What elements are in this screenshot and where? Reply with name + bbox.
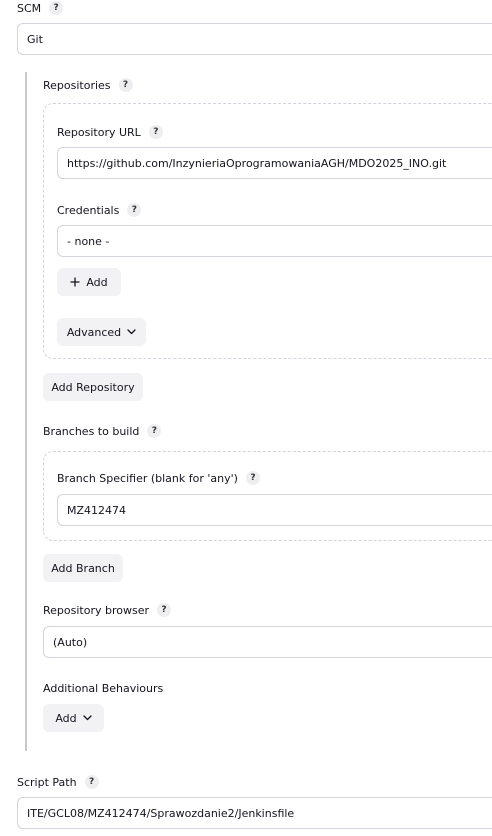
branch-specifier-help-icon[interactable]: ? <box>245 471 260 485</box>
repositories-help-icon[interactable]: ? <box>118 78 133 92</box>
repository-url-help-icon[interactable]: ? <box>148 125 163 139</box>
credentials-select-value: - none - <box>67 234 110 248</box>
add-branch-button[interactable]: Add Branch <box>43 554 123 582</box>
scm-label: SCM ? <box>17 1 64 15</box>
repository-url-label-text: Repository URL <box>57 125 141 139</box>
scm-label-text: SCM <box>17 1 42 15</box>
chevron-down-icon <box>82 715 92 721</box>
script-path-help-icon[interactable]: ? <box>84 775 99 789</box>
branch-specifier-label-text: Branch Specifier (blank for 'any') <box>57 471 238 485</box>
credentials-label: Credentials ? <box>57 203 142 217</box>
plus-icon <box>70 277 80 287</box>
repositories-label: Repositories ? <box>43 78 133 92</box>
repository-url-value: https://github.com/InzynieriaOprogramowa… <box>67 156 447 170</box>
branch-specifier-value: MZ412474 <box>67 503 127 517</box>
repository-browser-value: (Auto) <box>53 635 88 649</box>
scm-help-icon[interactable]: ? <box>49 1 64 15</box>
repository-browser-select[interactable]: (Auto) <box>43 626 492 658</box>
repository-url-label: Repository URL ? <box>57 125 163 139</box>
scm-select[interactable]: Git <box>17 23 492 55</box>
add-behaviour-label: Add <box>55 711 77 725</box>
script-path-input[interactable]: ITE/GCL08/MZ412474/Sprawozdanie2/Jenkins… <box>17 797 492 829</box>
add-repository-label: Add Repository <box>51 380 135 394</box>
credentials-help-icon[interactable]: ? <box>127 203 142 217</box>
repository-browser-label-text: Repository browser <box>43 603 149 617</box>
additional-behaviours-label: Additional Behaviours <box>43 681 163 695</box>
additional-behaviours-label-text: Additional Behaviours <box>43 681 164 695</box>
add-credentials-button[interactable]: Add <box>57 268 121 296</box>
repository-browser-help-icon[interactable]: ? <box>157 603 171 617</box>
credentials-label-text: Credentials <box>57 203 120 217</box>
add-credentials-label: Add <box>86 275 108 289</box>
repositories-label-text: Repositories <box>43 78 111 92</box>
advanced-label: Advanced <box>66 325 122 339</box>
repository-browser-label: Repository browser ? <box>43 603 171 617</box>
script-path-label: Script Path ? <box>17 775 99 789</box>
branches-label-text: Branches to build <box>43 424 140 438</box>
scm-select-value: Git <box>27 32 43 46</box>
branches-label: Branches to build ? <box>43 424 162 438</box>
repository-url-input[interactable]: https://github.com/InzynieriaOprogramowa… <box>57 147 492 179</box>
script-path-label-text: Script Path <box>17 775 77 789</box>
add-branch-label: Add Branch <box>51 561 115 575</box>
branch-specifier-input[interactable]: MZ412474 <box>57 494 492 526</box>
add-repository-button[interactable]: Add Repository <box>43 373 143 401</box>
branches-help-icon[interactable]: ? <box>147 424 162 438</box>
scm-section-divider <box>25 72 27 751</box>
branch-specifier-label: Branch Specifier (blank for 'any') ? <box>57 471 260 485</box>
chevron-down-icon <box>127 329 136 335</box>
script-path-value: ITE/GCL08/MZ412474/Sprawozdanie2/Jenkins… <box>27 806 295 820</box>
add-behaviour-button[interactable]: Add <box>43 704 104 732</box>
advanced-button[interactable]: Advanced <box>57 318 146 346</box>
credentials-select[interactable]: - none - <box>57 225 492 257</box>
